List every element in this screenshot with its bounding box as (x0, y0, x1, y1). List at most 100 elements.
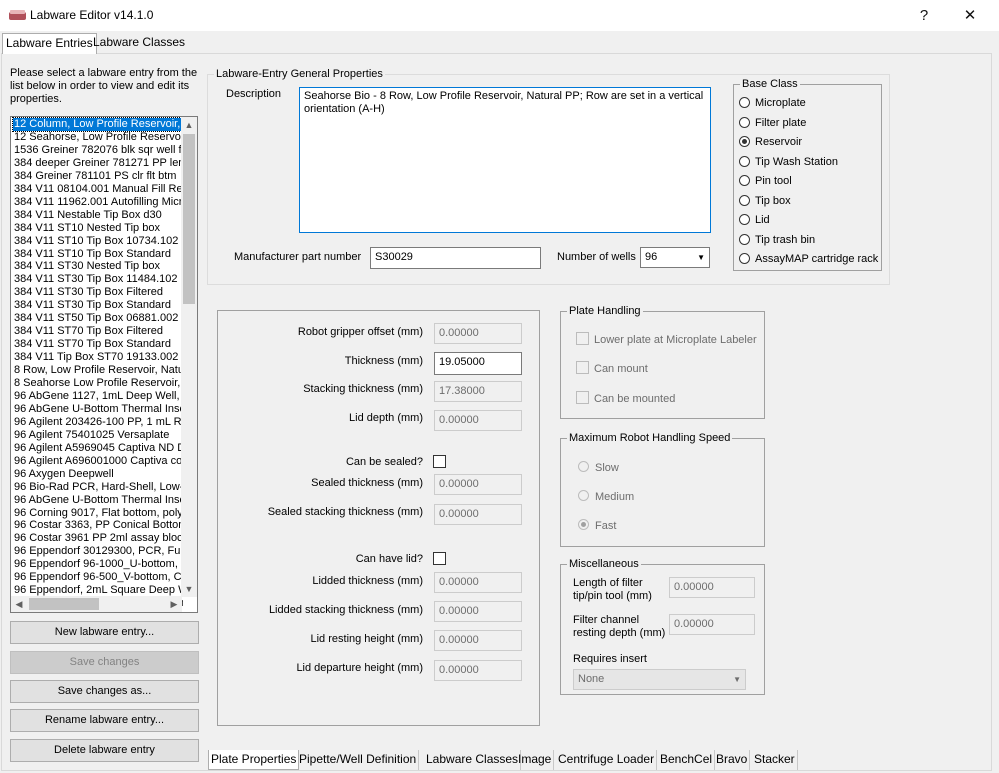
can-be-sealed-checkbox[interactable] (433, 455, 446, 468)
list-item[interactable]: 384 Greiner 781101 PS clr flt btm (13, 170, 183, 183)
list-item[interactable]: 96 Eppendorf 96-500_V-bottom, Cl (13, 571, 183, 584)
vertical-scrollbar[interactable]: ▲ ▼ (181, 117, 197, 597)
base-class-radio-tip-trash-bin[interactable] (739, 234, 750, 245)
lower-plate-checkbox[interactable] (576, 332, 589, 345)
base-class-radio-filter-plate[interactable] (739, 117, 750, 128)
lid-depth-field[interactable]: 0.00000 (434, 410, 522, 431)
base-class-radio-microplate[interactable] (739, 97, 750, 108)
list-item[interactable]: 384 V11 ST50 Tip Box 06881.002 (13, 312, 183, 325)
tab-centrifuge-loader[interactable]: Centrifuge Loader (556, 750, 658, 770)
list-item[interactable]: 384 V11 ST10 Tip Box 10734.102 (13, 235, 183, 248)
tab-labware-classes[interactable]: Labware Classes (90, 33, 188, 53)
rename-entry-button[interactable]: Rename labware entry... (10, 709, 199, 732)
list-item[interactable]: 96 Corning 9017, Flat bottom, poly (13, 507, 183, 520)
list-item[interactable]: 384 V11 08104.001 Manual Fill Reservoir (13, 183, 183, 196)
list-item[interactable]: 96 Bio-Rad PCR, Hard-Shell, Low-Pr (13, 481, 183, 494)
description-field[interactable]: Seahorse Bio - 8 Row, Low Profile Reserv… (299, 87, 711, 233)
list-item[interactable]: 96 AbGene U-Bottom Thermal Insert (13, 403, 183, 416)
thickness-field[interactable]: 19.05000 (434, 352, 522, 375)
list-item[interactable]: 96 Eppendorf 30129300, PCR, Full (13, 545, 183, 558)
list-item[interactable]: 96 Agilent 203426-100 PP, 1 mL Rn (13, 416, 183, 429)
base-class-radio-lid[interactable] (739, 214, 750, 225)
list-item[interactable]: 96 Eppendorf 96-1000_U-bottom, C (13, 558, 183, 571)
list-item[interactable]: 384 V11 Nestable Tip Box d30 (13, 209, 183, 222)
lidded-thickness-field[interactable]: 0.00000 (434, 572, 522, 593)
list-item[interactable]: 384 V11 ST70 Tip Box Standard (13, 338, 183, 351)
list-item[interactable]: 384 V11 ST30 Tip Box 11484.102 (13, 273, 183, 286)
can-be-mounted-checkbox[interactable] (576, 391, 589, 404)
list-item[interactable]: 8 Seahorse Low Profile Reservoir, N (13, 377, 183, 390)
speed-radio-slow[interactable] (578, 461, 589, 472)
filter-tip-field[interactable]: 0.00000 (669, 577, 755, 598)
list-item[interactable]: 12 Column, Low Profile Reservoir, Natura… (12, 117, 184, 132)
lidded-stacking-field[interactable]: 0.00000 (434, 601, 522, 622)
close-button[interactable]: ✕ (948, 4, 992, 28)
requires-insert-select[interactable]: None ▼ (573, 669, 746, 690)
tab-pipette-well-definition[interactable]: Pipette/Well Definition (297, 750, 420, 770)
thickness-label: Thickness (mm) (344, 355, 423, 367)
can-mount-checkbox[interactable] (576, 361, 589, 374)
list-item[interactable]: 384 V11 ST70 Tip Box Filtered (13, 325, 183, 338)
scroll-down-icon[interactable]: ▼ (181, 581, 197, 597)
tab-plate-properties[interactable]: Plate Properties (208, 750, 300, 770)
new-entry-button[interactable]: New labware entry... (10, 621, 199, 644)
filter-channel-field[interactable]: 0.00000 (669, 614, 755, 635)
list-item[interactable]: 384 V11 ST30 Tip Box Filtered (13, 286, 183, 299)
stacking-thickness-field[interactable]: 17.38000 (434, 381, 522, 402)
tab-bravo[interactable]: Bravo (714, 750, 751, 770)
save-as-button[interactable]: Save changes as... (10, 680, 199, 703)
labware-list[interactable]: 12 Column, Low Profile Reservoir, Natura… (10, 116, 198, 613)
help-button[interactable]: ? (902, 4, 946, 28)
list-item[interactable]: 96 Agilent 75401025 Versaplate (13, 429, 183, 442)
gripper-offset-field[interactable]: 0.00000 (434, 323, 522, 344)
list-item[interactable]: 8 Row, Low Profile Reservoir, Natural PP (13, 364, 183, 377)
list-item[interactable]: 96 AbGene U-Bottom Thermal Insert (13, 494, 183, 507)
tab-labware-entries[interactable]: Labware Entries (2, 33, 97, 54)
sealed-stacking-field[interactable]: 0.00000 (434, 504, 522, 525)
save-changes-button[interactable]: Save changes (10, 651, 199, 674)
list-item[interactable]: 96 Agilent A5969045 Captiva ND De (13, 442, 183, 455)
base-class-radio-assaymap-cartridge-rack[interactable] (739, 253, 750, 264)
list-item[interactable]: 384 V11 ST10 Tip Box Standard (13, 248, 183, 261)
base-class-radio-reservoir[interactable] (739, 136, 750, 147)
list-item[interactable]: 384 V11 ST10 Nested Tip box (13, 222, 183, 235)
base-class-radio-tip-box[interactable] (739, 195, 750, 206)
list-item[interactable]: 384 V11 11962.001 Autofilling Micro (13, 196, 183, 209)
list-item[interactable]: 384 deeper Greiner 781271 PP lemo (13, 157, 183, 170)
base-class-label-tip-wash-station: Tip Wash Station (755, 156, 838, 168)
base-class-radio-tip-wash-station[interactable] (739, 156, 750, 167)
scroll-right-icon[interactable]: ▶ (166, 596, 182, 612)
tab-benchcel[interactable]: BenchCel (658, 750, 716, 770)
horizontal-scroll-thumb[interactable] (29, 598, 99, 610)
list-item[interactable]: 96 Costar 3961 PP 2ml assay block (13, 532, 183, 545)
list-item[interactable]: 384 V11 Tip Box ST70 19133.002 (13, 351, 183, 364)
speed-radio-fast[interactable] (578, 519, 589, 530)
can-have-lid-checkbox[interactable] (433, 552, 446, 565)
list-item[interactable]: 1536 Greiner 782076 blk sqr well flt (13, 144, 183, 157)
tab-image[interactable]: Image (516, 750, 555, 770)
scroll-up-icon[interactable]: ▲ (181, 117, 197, 133)
scroll-left-icon[interactable]: ◀ (11, 596, 27, 612)
plate-handling-title: Plate Handling (567, 304, 643, 318)
list-item[interactable]: 96 Costar 3363, PP Conical Bottom (13, 519, 183, 532)
vertical-scroll-thumb[interactable] (183, 134, 195, 304)
requires-insert-value: None (578, 673, 605, 685)
base-class-radio-pin-tool[interactable] (739, 175, 750, 186)
part-number-field[interactable]: S30029 (370, 247, 541, 269)
list-item[interactable]: 96 Axygen Deepwell (13, 468, 183, 481)
delete-entry-button[interactable]: Delete labware entry (10, 739, 199, 762)
list-item[interactable]: 96 AbGene 1127, 1mL Deep Well, S (13, 390, 183, 403)
tab-stacker[interactable]: Stacker (752, 750, 798, 770)
list-item[interactable]: 384 V11 ST30 Nested Tip box (13, 260, 183, 273)
lid-resting-field[interactable]: 0.00000 (434, 630, 522, 651)
tab-labware-classes[interactable]: Labware Classes (424, 750, 522, 770)
list-item[interactable]: 12 Seahorse, Low Profile Reservoir (13, 131, 183, 144)
lid-departure-field[interactable]: 0.00000 (434, 660, 522, 681)
base-class-label-tip-box: Tip box (755, 195, 791, 207)
sealed-thickness-field[interactable]: 0.00000 (434, 474, 522, 495)
speed-radio-medium[interactable] (578, 490, 589, 501)
list-item[interactable]: 384 V11 ST30 Tip Box Standard (13, 299, 183, 312)
list-item[interactable]: 96 Agilent A696001000 Captiva col (13, 455, 183, 468)
horizontal-scrollbar[interactable]: ◀ ▶ (11, 596, 182, 612)
wells-select[interactable]: 96 ▼ (640, 247, 710, 268)
